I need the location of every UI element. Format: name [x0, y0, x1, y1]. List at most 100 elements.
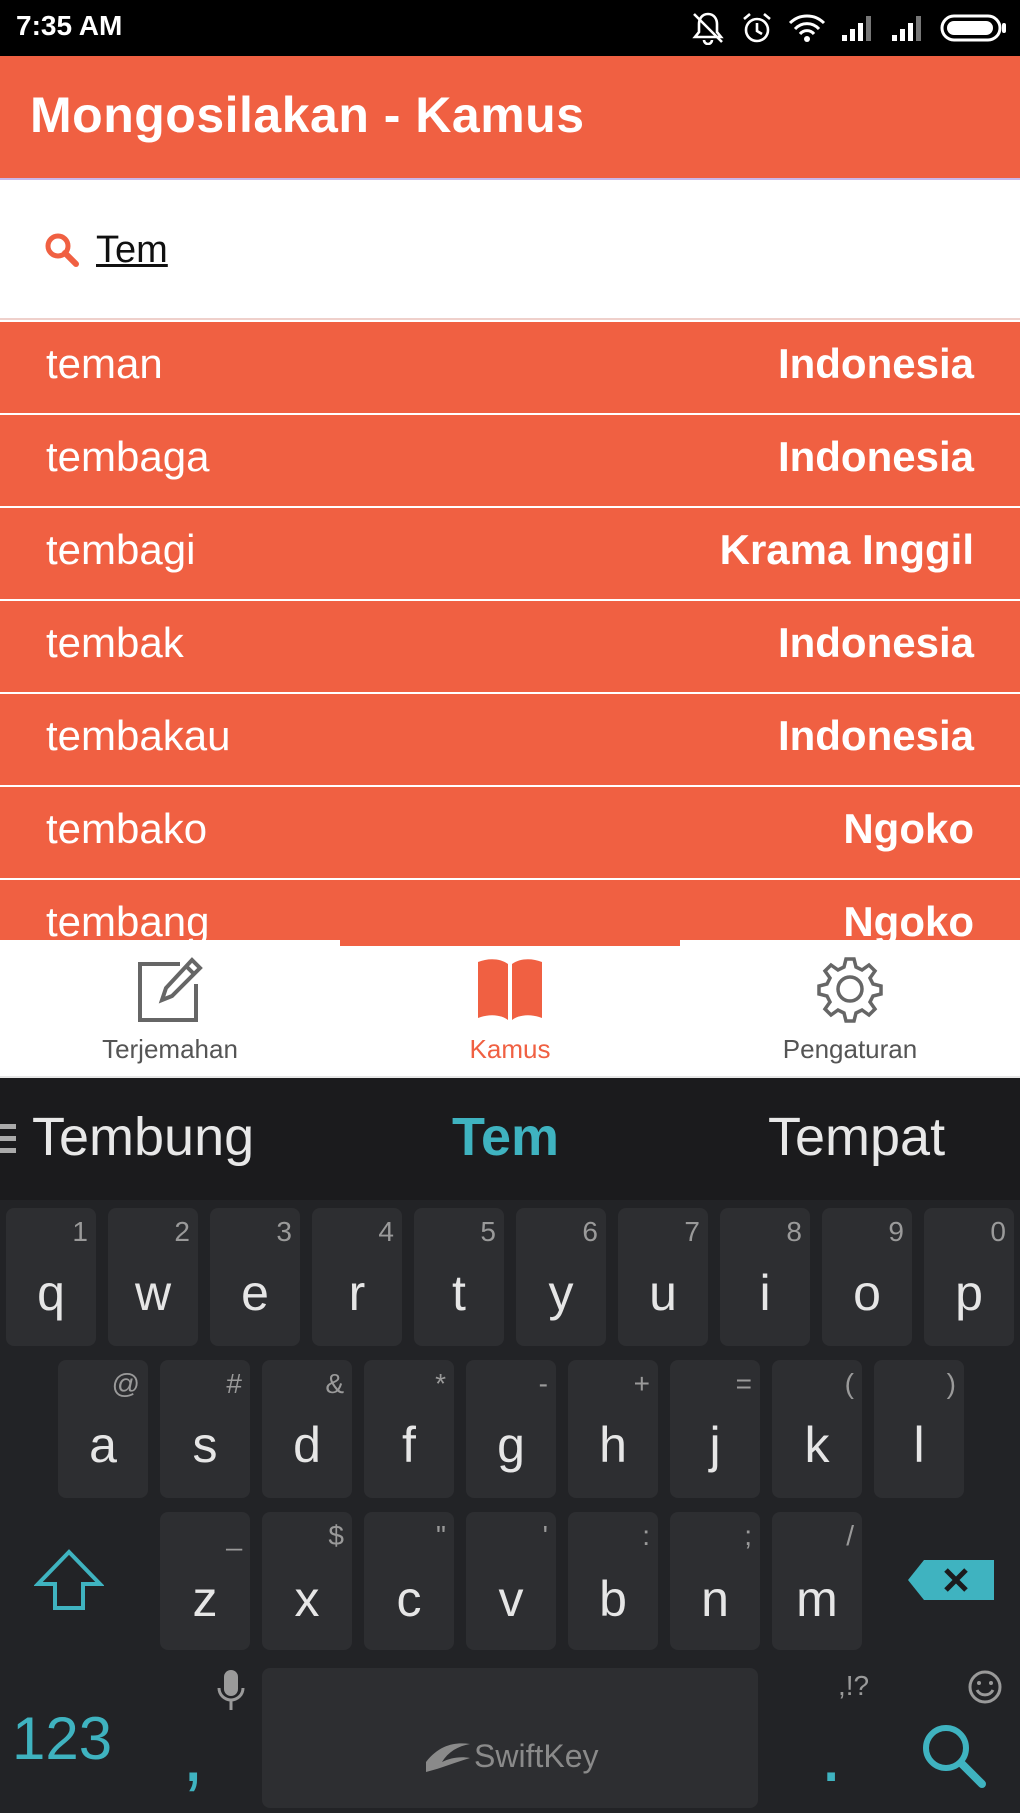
result-word: tembagi: [46, 526, 196, 573]
key-label: u: [649, 1265, 677, 1321]
result-row[interactable]: tembak Indonesia: [0, 601, 1020, 692]
key-a[interactable]: @ a: [58, 1360, 148, 1498]
result-language: Indonesia: [777, 433, 974, 480]
result-language: Indonesia: [777, 712, 974, 759]
comma-key[interactable]: ,: [160, 1668, 250, 1808]
key-z[interactable]: _ z: [160, 1512, 250, 1650]
key-alt-label: 0: [990, 1216, 1006, 1247]
key-r[interactable]: 4r: [312, 1208, 402, 1346]
key-w[interactable]: 2w: [108, 1208, 198, 1346]
period-key-label: .: [820, 1709, 843, 1798]
search-input[interactable]: [96, 216, 696, 284]
shift-key[interactable]: [6, 1512, 130, 1650]
key-x[interactable]: $ x: [262, 1512, 352, 1650]
app-title: Mongosilakan - Kamus: [30, 87, 585, 143]
result-word: teman: [46, 340, 163, 387]
result-row[interactable]: tembakau Indonesia: [0, 694, 1020, 785]
key-o[interactable]: 9o: [822, 1208, 912, 1346]
key-y[interactable]: 6y: [516, 1208, 606, 1346]
key-alt-label: ': [542, 1520, 548, 1551]
result-row[interactable]: tembaga Indonesia: [0, 415, 1020, 506]
suggestion-center[interactable]: Tem: [452, 1106, 559, 1168]
key-q[interactable]: 1q: [6, 1208, 96, 1346]
tab-pengaturan-label: Pengaturan: [782, 1034, 918, 1064]
numbers-key[interactable]: 123: [6, 1668, 130, 1808]
key-alt-label: (: [844, 1368, 854, 1399]
key-label: f: [402, 1417, 416, 1473]
space-key[interactable]: SwiftKey: [262, 1668, 758, 1808]
key-b[interactable]: :b: [568, 1512, 658, 1650]
key-alt-label: ;: [744, 1520, 752, 1551]
backspace-icon: [908, 1560, 994, 1600]
space-brand-label: SwiftKey: [474, 1738, 599, 1774]
key-f[interactable]: * f: [364, 1360, 454, 1498]
result-word: tembakau: [46, 712, 231, 759]
keyboard-search-key[interactable]: [900, 1668, 1014, 1808]
backspace-key[interactable]: [890, 1512, 1014, 1650]
result-row[interactable]: tembako Ngoko: [0, 787, 1020, 878]
result-row[interactable]: tembagi Krama Inggil: [0, 508, 1020, 599]
key-label: r: [348, 1265, 366, 1321]
suggestion-left[interactable]: Tembung: [32, 1106, 254, 1168]
key-u[interactable]: 7u: [618, 1208, 708, 1346]
key-alt-label: 2: [174, 1216, 190, 1247]
key-label: c: [396, 1571, 422, 1627]
period-key[interactable]: ,!?.: [790, 1668, 880, 1808]
key-label: d: [293, 1417, 321, 1473]
key-label: x: [294, 1571, 320, 1627]
suggestion-right[interactable]: Tempat: [768, 1106, 945, 1168]
key-p[interactable]: 0p: [924, 1208, 1014, 1346]
status-icons: [690, 10, 1008, 46]
key-e[interactable]: 3e: [210, 1208, 300, 1346]
swiftkey-logo-icon: [426, 1743, 470, 1772]
key-label: y: [548, 1265, 574, 1321]
key-label: i: [759, 1265, 771, 1321]
alarm-icon: [743, 13, 771, 43]
key-s[interactable]: # s: [160, 1360, 250, 1498]
gear-icon: [817, 957, 883, 1023]
key-c[interactable]: " c: [364, 1512, 454, 1650]
key-i[interactable]: 8i: [720, 1208, 810, 1346]
result-row[interactable]: tembang Ngoko: [0, 880, 1020, 940]
numbers-key-label: 123: [12, 1705, 113, 1772]
key-label: v: [498, 1571, 524, 1627]
app-bar: Mongosilakan - Kamus: [0, 56, 1020, 180]
tab-kamus[interactable]: Kamus: [340, 954, 680, 1074]
key-j[interactable]: = j: [670, 1360, 760, 1498]
key-g[interactable]: -g: [466, 1360, 556, 1498]
edit-icon: [138, 957, 203, 1022]
key-h[interactable]: + h: [568, 1360, 658, 1498]
key-n[interactable]: ; n: [670, 1512, 760, 1650]
tab-pengaturan[interactable]: Pengaturan: [680, 954, 1020, 1074]
result-row[interactable]: teman Indonesia: [0, 322, 1020, 413]
shift-icon: [34, 1549, 104, 1610]
result-word: tembang: [46, 898, 210, 940]
key-alt-label: -: [538, 1368, 548, 1399]
key-alt-label: #: [226, 1368, 242, 1399]
key-d[interactable]: & d: [262, 1360, 352, 1498]
tab-terjemahan-label: Terjemahan: [102, 1034, 238, 1064]
key-label: z: [192, 1571, 218, 1627]
key-alt-label: 7: [684, 1216, 700, 1247]
key-alt-label: :: [642, 1520, 650, 1551]
key-label: h: [599, 1417, 627, 1473]
result-language: Ngoko: [843, 805, 974, 852]
key-label: g: [497, 1417, 525, 1473]
key-l[interactable]: ) l: [874, 1360, 964, 1498]
result-language: Ngoko: [843, 898, 974, 940]
book-icon: [478, 959, 542, 1020]
result-word: tembaga: [46, 433, 210, 480]
key-m[interactable]: / m: [772, 1512, 862, 1650]
key-label: m: [796, 1571, 838, 1627]
search-icon: [45, 233, 79, 267]
key-v[interactable]: ' v: [466, 1512, 556, 1650]
battery-icon: [940, 14, 1006, 42]
tab-terjemahan[interactable]: Terjemahan: [0, 954, 340, 1074]
key-t[interactable]: 5t: [414, 1208, 504, 1346]
key-label: n: [701, 1571, 729, 1627]
key-label: s: [192, 1417, 218, 1473]
menu-icon[interactable]: [0, 1122, 18, 1156]
key-label: l: [913, 1417, 925, 1473]
result-word: tembako: [46, 805, 208, 852]
key-k[interactable]: (k: [772, 1360, 862, 1498]
